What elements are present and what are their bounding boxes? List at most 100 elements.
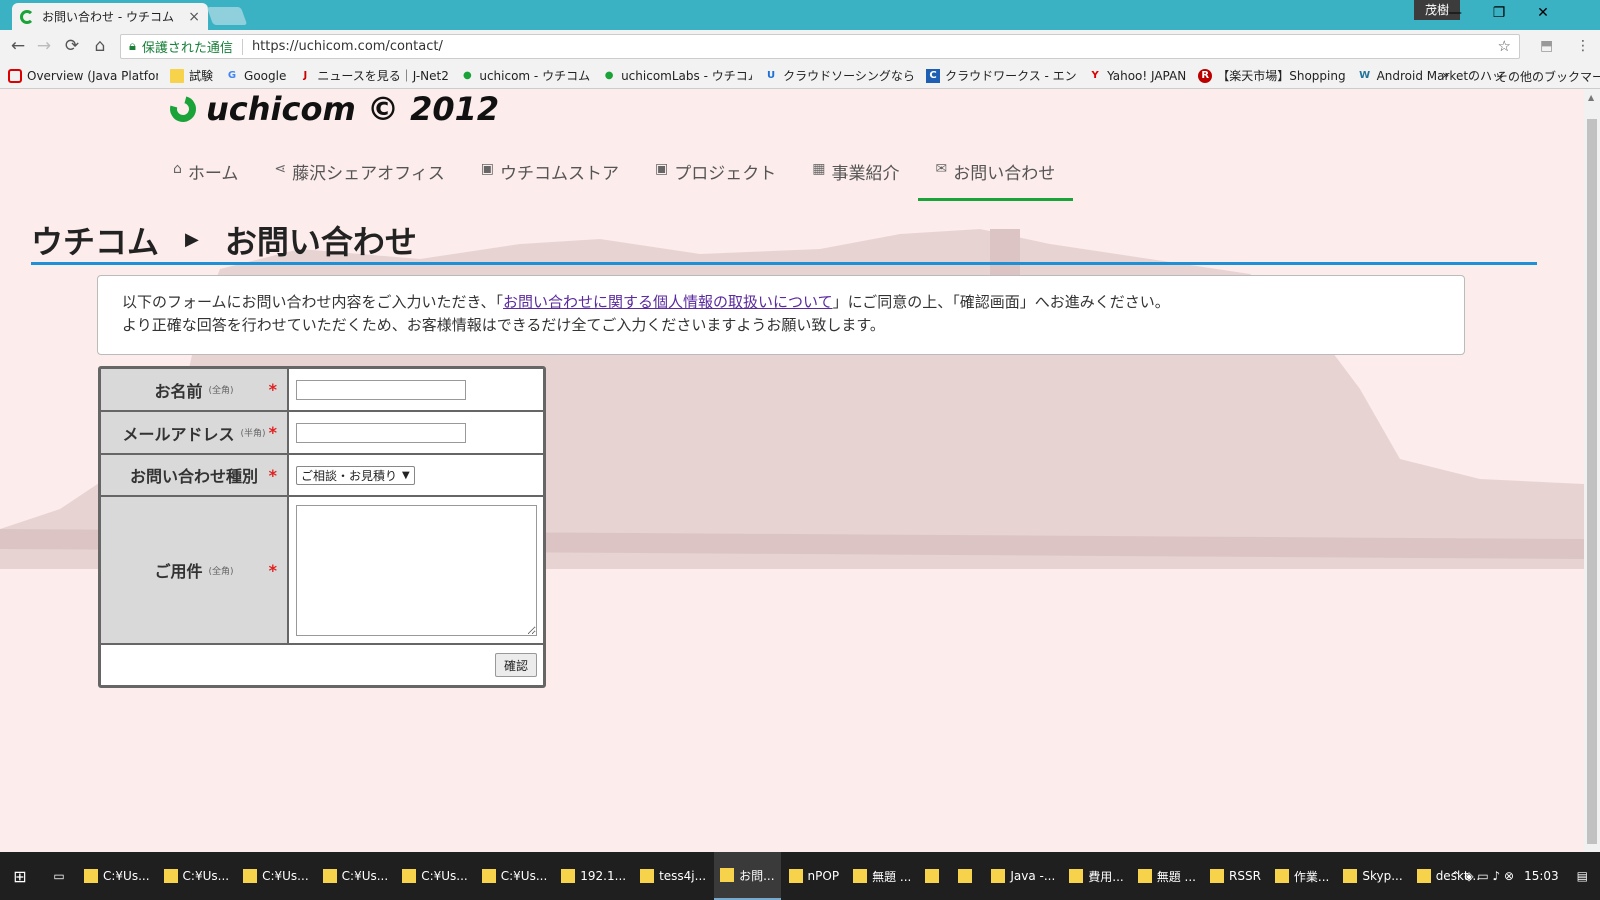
taskbar-item[interactable]: Skyp... (1337, 852, 1408, 900)
app-icon (925, 869, 940, 883)
nav-item-store[interactable]: ▣ ウチコムストア (463, 149, 637, 201)
bookmark-item[interactable]: ● uchicom - ウチコム (460, 67, 590, 84)
taskbar-item[interactable]: 費用... (1063, 852, 1129, 900)
taskbar-item[interactable]: C:¥Us... (476, 852, 554, 900)
message-textarea[interactable] (296, 504, 537, 636)
bookmark-label: ニュースを見る｜J-Net2 (317, 69, 449, 83)
taskbar-item[interactable] (952, 852, 983, 900)
home-icon[interactable]: ⌂ (90, 36, 110, 56)
taskbar-item[interactable]: 作業... (1269, 852, 1335, 900)
taskbar-item[interactable]: 無題 ... (847, 852, 917, 900)
app-icon (1274, 869, 1289, 883)
app-icon (1137, 869, 1152, 883)
email-input[interactable] (296, 422, 466, 443)
taskbar-item[interactable]: C:¥Us... (78, 852, 156, 900)
email-field-cell (289, 412, 543, 453)
back-icon[interactable]: ← (8, 36, 28, 56)
notification-icon[interactable]: ▤ (1577, 869, 1588, 883)
restore-icon[interactable]: ❐ (1476, 0, 1522, 28)
tray-icons[interactable]: ⌃ ◈ ▭ ♪ ⊗ (1450, 869, 1514, 883)
nav-item-label: お問い合わせ (953, 164, 1056, 184)
bookmark-item[interactable]: G Google (225, 69, 286, 83)
bookmark-item[interactable]: Y Yahoo! JAPAN (1088, 69, 1186, 83)
tab-close-icon[interactable]: × (188, 9, 200, 25)
nav-item-label: 事業紹介 (831, 164, 900, 184)
taskbar-item[interactable]: C:¥Us... (237, 852, 315, 900)
url-omnibox[interactable]: 🔒︎ 保護された通信 https://uchicom.com/contact/ … (120, 34, 1520, 59)
new-tab-button[interactable] (206, 7, 248, 25)
menu-kebab-icon[interactable]: ⋮ (1576, 38, 1590, 54)
taskbar-item-label: nPOP (807, 869, 840, 883)
bookmark-item[interactable]: Overview (Java Platfor (8, 68, 158, 83)
name-note: (全角) (208, 386, 234, 396)
nav-item-home[interactable]: ⌂ ホーム (155, 149, 256, 201)
taskbar-item[interactable]: C:¥Us... (317, 852, 395, 900)
taskbar-item[interactable]: C:¥Us... (396, 852, 474, 900)
breadcrumb-home[interactable]: ウチコム (31, 217, 159, 263)
start-windows-icon[interactable]: ⊞ (0, 852, 40, 900)
type-label-cell: お問い合わせ種別 * (101, 455, 289, 495)
task-view-icon[interactable]: ▭ (42, 852, 76, 900)
page-scrollbar[interactable]: ▲ ▼ (1584, 89, 1600, 870)
clock[interactable]: 15:03 (1524, 869, 1559, 883)
email-note: (半角) (240, 429, 266, 439)
taskbar-item[interactable] (919, 852, 950, 900)
taskbar-item[interactable]: C:¥Us... (158, 852, 236, 900)
scrollbar-thumb[interactable] (1587, 119, 1597, 844)
bookmark-item[interactable]: C クラウドワークス - エンジ (926, 67, 1076, 84)
taskbar-item-label: 費用... (1088, 869, 1124, 884)
url-text: https://uchicom.com/contact/ (251, 39, 443, 54)
taskbar-item[interactable]: お問... (714, 852, 781, 900)
bookmarks-overflow-icon[interactable]: » (1442, 68, 1449, 82)
taskbar-item-label: 192.1... (580, 869, 627, 883)
extension-icon[interactable]: ⬒ (1540, 38, 1553, 54)
taskbar-item[interactable]: nPOP (783, 852, 846, 900)
bookmark-star-icon[interactable]: ☆ (1498, 37, 1511, 55)
close-window-icon[interactable]: ✕ (1520, 0, 1566, 28)
folder-icon (1477, 70, 1491, 84)
uchicom-favicon-icon (20, 9, 34, 24)
taskbar-item[interactable]: tess4j... (634, 852, 712, 900)
site-logo[interactable]: uchicom © 2012 (165, 90, 499, 128)
nav-item-label: ホーム (187, 164, 239, 184)
reload-icon[interactable]: ⟳ (62, 36, 82, 56)
bookmark-label: Yahoo! JAPAN (1107, 68, 1187, 83)
taskbar-item[interactable]: 192.1... (555, 852, 632, 900)
message-label-cell: ご用件 (全角) * (101, 497, 289, 643)
taskbar-item-label: Skyp... (1362, 869, 1403, 883)
app-icon (84, 869, 98, 883)
bookmark-item[interactable]: U クラウドソーシングなら日 (764, 67, 914, 84)
required-mark: * (268, 380, 277, 399)
app-icon (958, 869, 973, 883)
address-bar: ← → ⟳ ⌂ 🔒︎ 保護された通信 https://uchicom.com/c… (0, 30, 1600, 63)
bookmark-item[interactable]: J ニュースを見る｜J-Net2 (298, 67, 448, 84)
bookmark-item[interactable]: ● uchicomLabs - ウチコム (602, 67, 752, 84)
system-tray: ⌃ ◈ ▭ ♪ ⊗ 15:03 ▤ (1450, 852, 1600, 900)
scroll-up-icon[interactable]: ▲ (1588, 93, 1594, 102)
store-icon: ▣ (480, 161, 495, 177)
name-input[interactable] (296, 379, 466, 400)
other-bookmarks-label: その他のブックマーク (1496, 70, 1600, 84)
taskbar-item[interactable]: Java -... (985, 852, 1061, 900)
taskbar-item[interactable]: RSSR (1204, 852, 1267, 900)
privacy-policy-link[interactable]: お問い合わせに関する個人情報の取扱いについて (503, 293, 833, 311)
taskbar-item[interactable]: 無題 ... (1132, 852, 1202, 900)
browser-tab-active[interactable]: お問い合わせ - ウチコム × (12, 3, 208, 30)
bookmark-label: uchicom - ウチコム (479, 69, 591, 83)
secure-label: 保護された通信 (141, 41, 233, 56)
other-bookmarks[interactable]: その他のブックマーク (1477, 68, 1600, 85)
app-icon (1069, 869, 1084, 883)
bookmark-item[interactable]: R 【楽天市場】Shopping (1198, 67, 1346, 84)
nav-item-share-office[interactable]: ⋖ 藤沢シェアオフィス (256, 149, 462, 201)
email-label-cell: メールアドレス (半角) * (101, 412, 289, 453)
inquiry-type-select[interactable]: ご相談・お見積り ▼ (296, 465, 415, 485)
confirm-button[interactable]: 確認 (494, 653, 537, 677)
nav-item-business[interactable]: ▦ 事業紹介 (794, 149, 917, 201)
bookmark-item[interactable]: 試験 (170, 67, 213, 84)
home-icon: ⌂ (173, 161, 182, 177)
rakuten-icon: R (1198, 68, 1213, 83)
nav-item-contact[interactable]: ✉ お問い合わせ (917, 149, 1074, 201)
forward-icon[interactable]: → (34, 36, 54, 56)
minimize-icon[interactable]: — (1432, 0, 1478, 28)
nav-item-project[interactable]: ▣ プロジェクト (637, 149, 794, 201)
